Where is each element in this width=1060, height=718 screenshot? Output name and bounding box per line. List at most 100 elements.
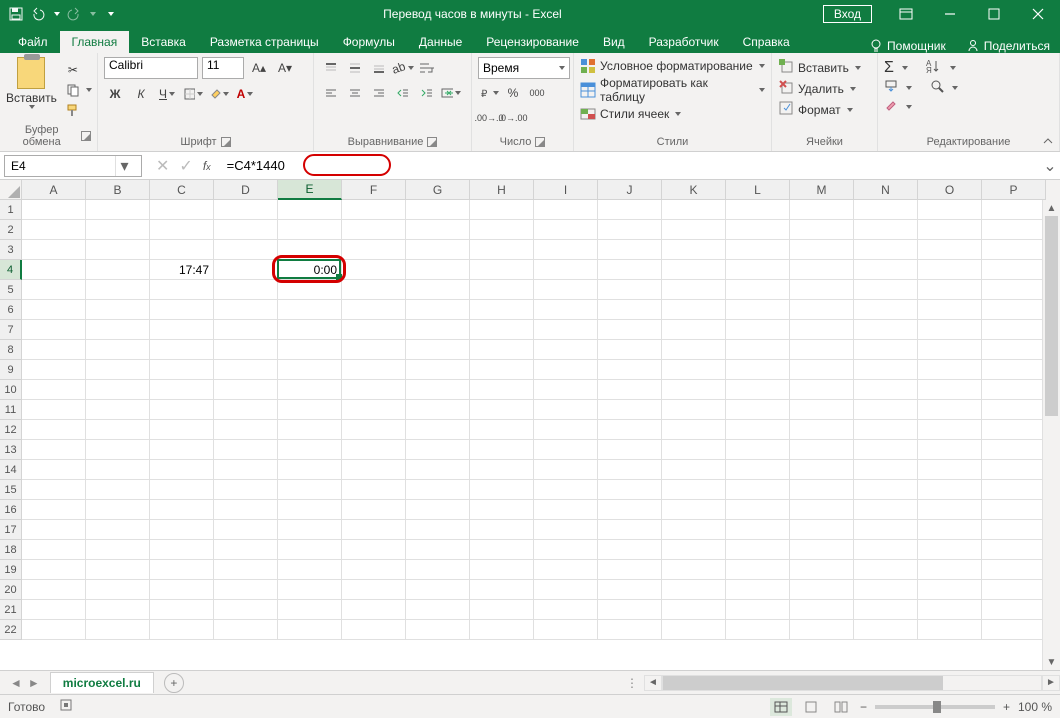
cell-E10[interactable] [278, 380, 342, 400]
cell-I19[interactable] [534, 560, 598, 580]
cell-D7[interactable] [214, 320, 278, 340]
cell-N11[interactable] [854, 400, 918, 420]
cell-E18[interactable] [278, 540, 342, 560]
cell-M20[interactable] [790, 580, 854, 600]
column-header-O[interactable]: O [918, 180, 982, 200]
cell-D17[interactable] [214, 520, 278, 540]
cell-A5[interactable] [22, 280, 86, 300]
enter-formula-button[interactable]: ✓ [179, 156, 192, 176]
cell-H7[interactable] [470, 320, 534, 340]
align-top-button[interactable] [320, 57, 342, 79]
cell-P11[interactable] [982, 400, 1046, 420]
cell-F5[interactable] [342, 280, 406, 300]
hscroll-split[interactable]: ⋮ [620, 676, 644, 690]
cell-B18[interactable] [86, 540, 150, 560]
fill-color-button[interactable] [208, 83, 230, 105]
cell-C3[interactable] [150, 240, 214, 260]
cell-I7[interactable] [534, 320, 598, 340]
cell-I4[interactable] [534, 260, 598, 280]
row-header-12[interactable]: 12 [0, 420, 22, 440]
italic-button[interactable]: К [130, 83, 152, 105]
copy-dropdown-icon[interactable] [86, 88, 92, 92]
cell-J19[interactable] [598, 560, 662, 580]
cell-I21[interactable] [534, 600, 598, 620]
cell-J16[interactable] [598, 500, 662, 520]
cell-O18[interactable] [918, 540, 982, 560]
cell-I1[interactable] [534, 200, 598, 220]
cell-J14[interactable] [598, 460, 662, 480]
cell-G4[interactable] [406, 260, 470, 280]
cell-D3[interactable] [214, 240, 278, 260]
cell-N4[interactable] [854, 260, 918, 280]
cell-A12[interactable] [22, 420, 86, 440]
cell-G3[interactable] [406, 240, 470, 260]
cell-N9[interactable] [854, 360, 918, 380]
cell-M3[interactable] [790, 240, 854, 260]
cell-M1[interactable] [790, 200, 854, 220]
cell-D8[interactable] [214, 340, 278, 360]
cell-I2[interactable] [534, 220, 598, 240]
cell-M17[interactable] [790, 520, 854, 540]
zoom-in-button[interactable]: + [1003, 700, 1010, 714]
cell-P15[interactable] [982, 480, 1046, 500]
conditional-formatting-button[interactable]: Условное форматирование [580, 57, 765, 75]
cut-button[interactable]: ✂ [63, 61, 94, 79]
cell-L4[interactable] [726, 260, 790, 280]
cell-N3[interactable] [854, 240, 918, 260]
fill-button[interactable] [884, 79, 898, 96]
page-layout-view-button[interactable] [800, 698, 822, 716]
cell-E4[interactable]: 0:00 [278, 260, 342, 280]
underline-button[interactable]: Ч [156, 83, 178, 105]
font-size-select[interactable]: 11 [202, 57, 244, 79]
cell-O19[interactable] [918, 560, 982, 580]
cell-B21[interactable] [86, 600, 150, 620]
cell-J9[interactable] [598, 360, 662, 380]
cell-K12[interactable] [662, 420, 726, 440]
vertical-scroll-thumb[interactable] [1045, 216, 1058, 416]
cell-O14[interactable] [918, 460, 982, 480]
cell-F7[interactable] [342, 320, 406, 340]
cell-D15[interactable] [214, 480, 278, 500]
row-header-10[interactable]: 10 [0, 380, 22, 400]
increase-indent-button[interactable] [416, 82, 438, 104]
cell-F21[interactable] [342, 600, 406, 620]
cell-O10[interactable] [918, 380, 982, 400]
cell-K2[interactable] [662, 220, 726, 240]
cell-B1[interactable] [86, 200, 150, 220]
cell-F10[interactable] [342, 380, 406, 400]
cell-C10[interactable] [150, 380, 214, 400]
cell-O4[interactable] [918, 260, 982, 280]
cell-G7[interactable] [406, 320, 470, 340]
cell-M5[interactable] [790, 280, 854, 300]
cell-E19[interactable] [278, 560, 342, 580]
accounting-dropdown-icon[interactable] [493, 91, 499, 95]
close-button[interactable] [1016, 0, 1060, 28]
sort-filter-button[interactable]: AЯ [926, 58, 942, 77]
cell-C14[interactable] [150, 460, 214, 480]
cell-K7[interactable] [662, 320, 726, 340]
cell-O22[interactable] [918, 620, 982, 640]
cell-F9[interactable] [342, 360, 406, 380]
cell-C2[interactable] [150, 220, 214, 240]
cell-D9[interactable] [214, 360, 278, 380]
cell-I14[interactable] [534, 460, 598, 480]
cell-J5[interactable] [598, 280, 662, 300]
cell-A15[interactable] [22, 480, 86, 500]
cell-F8[interactable] [342, 340, 406, 360]
zoom-slider-handle[interactable] [933, 701, 941, 713]
cell-B10[interactable] [86, 380, 150, 400]
cell-O17[interactable] [918, 520, 982, 540]
cell-D21[interactable] [214, 600, 278, 620]
scroll-up-button[interactable]: ▲ [1043, 200, 1060, 216]
undo-dropdown-icon[interactable] [54, 12, 60, 16]
row-header-3[interactable]: 3 [0, 240, 22, 260]
font-dialog-launcher[interactable] [221, 137, 231, 147]
sheet-tab[interactable]: microexcel.ru [50, 672, 154, 693]
redo-icon[interactable] [66, 6, 82, 22]
cell-I10[interactable] [534, 380, 598, 400]
cell-A10[interactable] [22, 380, 86, 400]
ribbon-display-icon[interactable] [884, 0, 928, 28]
cell-C12[interactable] [150, 420, 214, 440]
name-box-dropdown[interactable]: ▾ [115, 156, 133, 176]
format-cells-button[interactable]: Формат [778, 99, 871, 120]
